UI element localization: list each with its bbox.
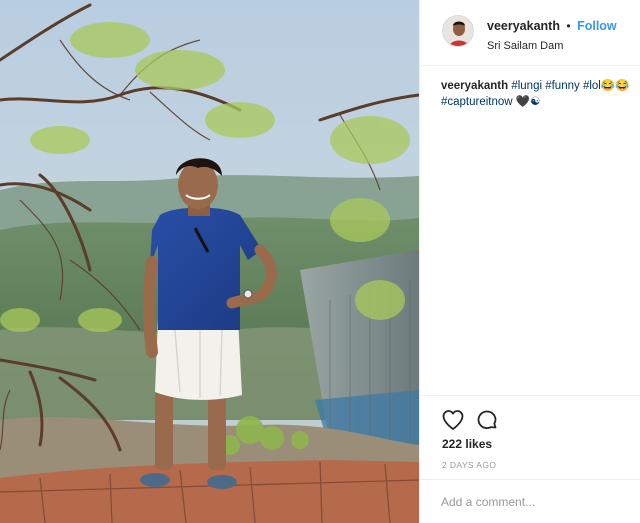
heart-icon[interactable]	[441, 408, 465, 432]
location-link[interactable]: Sri Sailam Dam	[487, 40, 637, 52]
post-photo[interactable]	[0, 0, 419, 523]
post-sidebar: veeryakanth • Follow Sri Sailam Dam veer…	[419, 0, 640, 523]
post-caption: veeryakanth #lungi #funny #lol😂😂 #captur…	[441, 78, 636, 110]
caption-hashtags-line2[interactable]: #captureitnow 🖤☯	[441, 96, 540, 108]
username-link[interactable]: veeryakanth	[487, 19, 560, 33]
avatar[interactable]	[442, 15, 474, 47]
comment-bubble-icon[interactable]	[475, 408, 499, 432]
post-header: veeryakanth • Follow Sri Sailam Dam	[420, 0, 640, 66]
photo-scene	[0, 0, 419, 523]
comment-area	[420, 479, 640, 523]
header-text: veeryakanth • Follow Sri Sailam Dam	[487, 17, 637, 52]
caption-hashtags-line1[interactable]: #lungi #funny #lol😂😂	[511, 80, 629, 92]
post-date: 2 DAYS AGO	[442, 460, 497, 470]
caption-username[interactable]: veeryakanth	[441, 80, 508, 92]
likes-count[interactable]: 222 likes	[442, 437, 492, 451]
follow-button[interactable]: Follow	[577, 19, 617, 33]
comment-input[interactable]	[441, 492, 631, 512]
avatar-image	[443, 16, 473, 46]
separator-dot: •	[566, 19, 571, 33]
